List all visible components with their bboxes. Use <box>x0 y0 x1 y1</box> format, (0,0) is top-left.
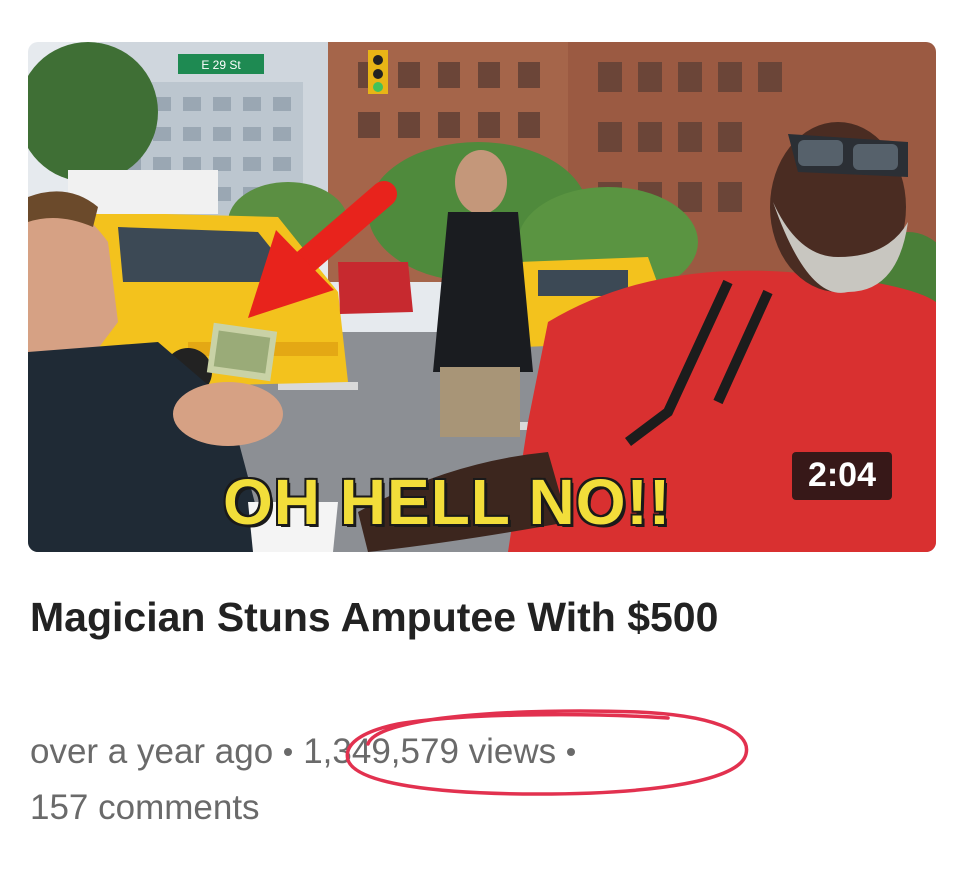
video-title[interactable]: Magician Stuns Amputee With $500 <box>30 588 890 646</box>
view-count: 1,349,579 views <box>303 732 557 771</box>
street-sign-text: E 29 St <box>201 58 241 72</box>
video-thumbnail[interactable]: E 29 St OH HELL NO!! 2:04 <box>28 42 936 552</box>
posted-time: over a year ago <box>30 732 274 771</box>
video-duration-badge: 2:04 <box>791 452 892 500</box>
separator-dot <box>284 747 293 756</box>
comment-count[interactable]: 157 comments <box>30 780 260 836</box>
thumbnail-caption: OH HELL NO!! <box>221 466 672 538</box>
video-card: E 29 St OH HELL NO!! 2:04 Magician Stuns… <box>0 0 956 892</box>
separator-dot <box>567 747 576 756</box>
video-meta: over a year ago 1,349,579 views <box>30 724 930 780</box>
